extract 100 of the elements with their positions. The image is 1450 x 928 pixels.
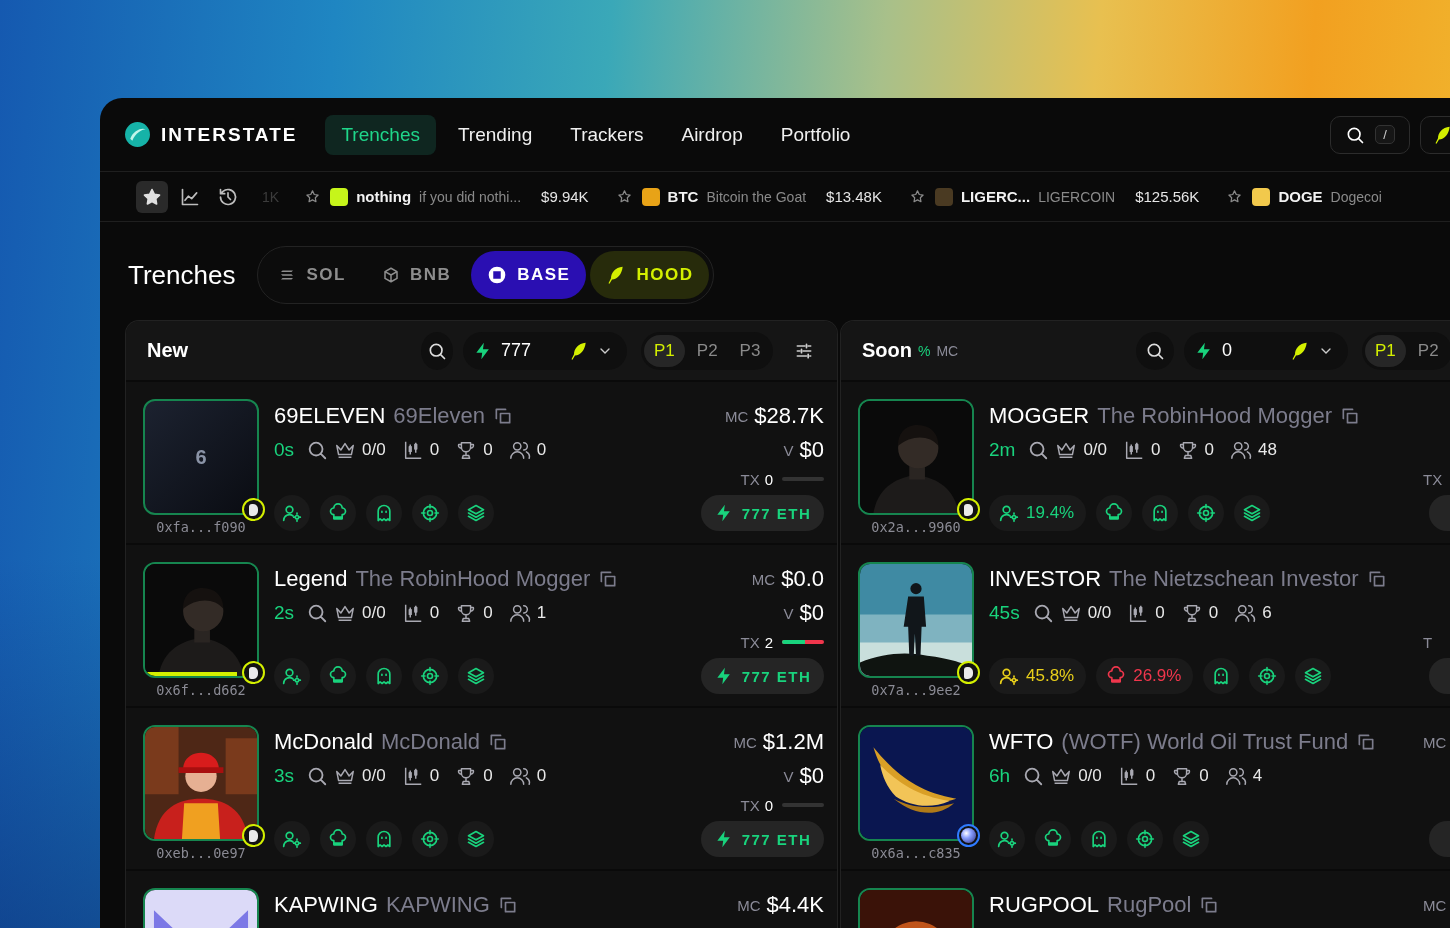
nav-tab[interactable]: Portfolio (764, 114, 867, 155)
preset-tab[interactable]: P2 (686, 334, 728, 367)
token-age: 2m (989, 439, 1016, 461)
preset-tab[interactable]: P2 (1407, 334, 1449, 367)
users-icon (508, 765, 531, 787)
token-address[interactable]: 0x7a...9ee2 (871, 682, 961, 698)
buy-button[interactable]: 777 ETH (701, 495, 824, 531)
stat-chip[interactable] (989, 821, 1025, 857)
copy-icon[interactable] (488, 732, 509, 752)
nav-tab[interactable]: Airdrop (665, 114, 759, 155)
stat-chip[interactable] (1142, 495, 1179, 531)
chain-tab[interactable]: BASE (471, 251, 587, 299)
column-tag[interactable]: % (918, 342, 931, 359)
stat-chip[interactable] (1249, 658, 1286, 694)
favorite-star-icon[interactable] (1227, 189, 1243, 204)
stat-chip[interactable] (1127, 821, 1163, 857)
copy-icon[interactable] (1199, 895, 1220, 915)
stat-chip[interactable] (458, 658, 494, 694)
candle-count: 0 (1151, 440, 1161, 460)
tx-label: TX (1423, 470, 1443, 488)
tx-label: TX (740, 796, 760, 814)
speed-selector[interactable]: 777 (463, 331, 627, 370)
preset-tab[interactable]: P3 (729, 334, 771, 367)
stat-chip[interactable] (1096, 495, 1133, 531)
stat-chip[interactable] (1234, 495, 1271, 531)
stat-chip[interactable] (412, 495, 448, 531)
ticker-symbol[interactable]: BTC (667, 188, 699, 205)
search-icon[interactable] (306, 602, 329, 624)
stat-chip[interactable]: 19.4% (989, 495, 1087, 531)
stat-chip[interactable] (1203, 658, 1240, 694)
stat-chip[interactable] (1035, 821, 1071, 857)
chart-icon (180, 186, 200, 207)
token-address[interactable]: 0xeb...0e97 (156, 845, 246, 861)
tx-ratio-bar (782, 803, 824, 807)
search-icon[interactable] (1022, 765, 1045, 787)
stat-chip[interactable] (458, 495, 494, 531)
ticker-name: Dogecoi (1330, 188, 1382, 205)
search-button[interactable] (421, 331, 453, 370)
stat-chip[interactable] (320, 821, 356, 857)
token-address[interactable]: 0x6a...c835 (871, 845, 961, 861)
ticker-symbol[interactable]: LIGERC... (960, 188, 1031, 205)
search-button[interactable]: / (1330, 115, 1410, 154)
stat-chip[interactable] (1173, 821, 1209, 857)
candle-count: 0 (429, 766, 440, 786)
search-button[interactable] (1136, 331, 1174, 370)
column-title: New (147, 339, 189, 362)
stat-chip[interactable] (274, 821, 310, 857)
token-address[interactable]: 0xfa...f090 (156, 519, 246, 535)
favorite-star-icon[interactable] (616, 189, 632, 204)
brand-name: INTERSTATE (161, 123, 298, 146)
market-cap-value: $0.0 (781, 566, 824, 592)
copy-icon[interactable] (598, 569, 619, 589)
stat-chip[interactable] (412, 658, 448, 694)
buy-button[interactable]: 777 ETH (701, 658, 824, 694)
column-tag[interactable]: MC (936, 342, 959, 359)
stat-chip[interactable] (412, 821, 448, 857)
ticker-symbol[interactable]: DOGE (1278, 188, 1323, 205)
token-name: RugPool (1107, 892, 1192, 918)
preset-tab[interactable]: P1 (1365, 334, 1406, 367)
preset-tab[interactable]: P1 (644, 334, 685, 367)
nav-tab[interactable]: Trenches (325, 114, 436, 155)
copy-icon[interactable] (1340, 406, 1361, 426)
copy-icon[interactable] (1356, 732, 1377, 752)
avatar-frame[interactable]: 6 (143, 399, 259, 515)
token-address[interactable]: 0x2a...9960 (871, 519, 961, 535)
copy-icon[interactable] (493, 406, 514, 426)
favorite-star-icon[interactable] (909, 189, 925, 204)
chain-tab[interactable]: BNB (365, 251, 468, 299)
search-icon[interactable] (306, 765, 329, 787)
token-symbol: INVESTOR (989, 566, 1102, 592)
stat-chip[interactable] (366, 495, 402, 531)
stat-chip[interactable] (366, 821, 402, 857)
token-address[interactable]: 0x6f...d662 (156, 682, 246, 698)
chain-tab[interactable]: HOOD (590, 251, 710, 299)
market-cap-value: $28.7K (754, 403, 824, 429)
stat-chip[interactable] (1081, 821, 1117, 857)
stat-chip[interactable]: 45.8% (989, 658, 1087, 694)
stat-chip[interactable] (320, 658, 356, 694)
stat-chip[interactable] (274, 495, 310, 531)
stat-chip[interactable] (320, 495, 356, 531)
search-icon[interactable] (306, 439, 329, 461)
favorite-star-icon[interactable] (305, 189, 321, 204)
nav-tab[interactable]: Trending (441, 114, 549, 155)
holder-count: 6 (1262, 603, 1272, 623)
stat-chip[interactable] (1295, 658, 1332, 694)
ticker-symbol[interactable]: nothing (356, 188, 412, 205)
view-button[interactable] (136, 180, 168, 213)
buy-button[interactable]: 777 ETH (701, 821, 824, 857)
stat-chip[interactable] (274, 658, 310, 694)
trophy-count: 0 (483, 440, 493, 460)
search-icon[interactable] (1027, 439, 1050, 461)
stat-chip[interactable] (458, 821, 494, 857)
speed-selector[interactable]: 0 (1184, 331, 1348, 370)
feather-icon (1433, 124, 1450, 145)
chain-tab[interactable]: SOL (262, 251, 362, 299)
stat-chip[interactable]: 26.9% (1096, 658, 1194, 694)
nav-tab[interactable]: Trackers (554, 114, 660, 155)
candle-count: 0 (429, 603, 440, 623)
stat-chip[interactable] (366, 658, 402, 694)
stat-chip[interactable] (1188, 495, 1225, 531)
